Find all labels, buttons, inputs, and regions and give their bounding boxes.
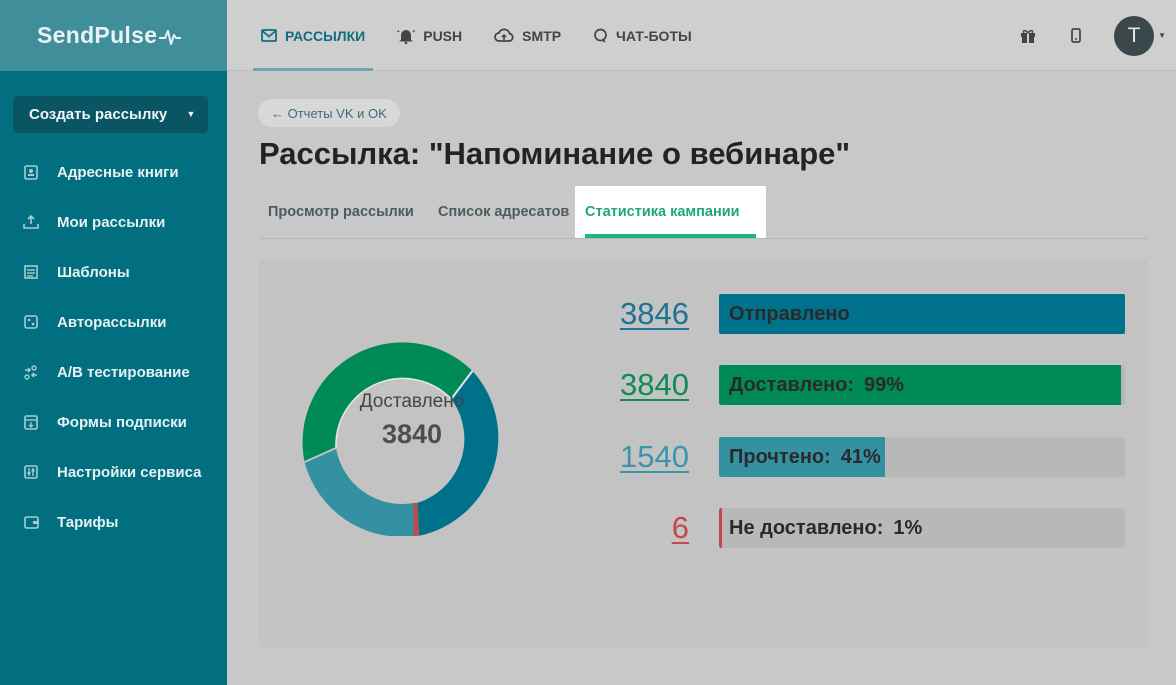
sidebar-item-label: Адресные книги (57, 163, 179, 181)
brand-name: SendPulse (37, 22, 158, 48)
sidebar-item-subscription-forms[interactable]: Формы подписки (0, 397, 227, 447)
sidebar-item-label: Настройки сервиса (57, 463, 202, 481)
sidebar-item-templates[interactable]: Шаблоны (0, 247, 227, 297)
stat-percent: 1% (893, 516, 923, 539)
stat-percent: 41% (840, 445, 881, 468)
avatar[interactable]: T (1114, 15, 1155, 56)
sidebar-item-address-books[interactable]: Адресные книги (0, 147, 227, 197)
stat-label-sent: Отправлено (729, 294, 850, 334)
logo-area: SendPulse (0, 0, 227, 71)
sidebar-item-label: Шаблоны (57, 263, 130, 281)
stat-number-sent[interactable]: 3846 (620, 294, 689, 334)
stat-row-not-delivered: 6 Не доставлено: 1% (599, 508, 1125, 548)
campaign-tabs: Просмотр рассылки Список адресатов Стати… (259, 186, 1149, 239)
donut-center-value: 3840 (381, 419, 443, 449)
brand-logo[interactable]: SendPulse (37, 22, 182, 49)
sidebar-item-label: Авторассылки (57, 313, 167, 331)
sidebar-item-ab-testing[interactable]: A/B тестирование (0, 347, 227, 397)
mobile-icon[interactable] (1066, 26, 1086, 46)
topnav-item-smtp[interactable]: SMTP (486, 0, 569, 71)
sidebar-nav: Адресные книги Мои рассылки Шаблоны Авто… (0, 147, 227, 547)
campaigns-icon (22, 213, 40, 231)
stat-bar-read: Прочтено: 41% (719, 437, 1125, 477)
stat-row-sent: 3846 Отправлено (599, 294, 1125, 334)
stat-label-text: Отправлено (729, 302, 850, 325)
topnav-item-campaigns[interactable]: РАССЫЛКИ (253, 0, 374, 71)
sidebar-item-label: A/B тестирование (57, 363, 190, 381)
ab-test-icon (22, 363, 40, 381)
stat-label-delivered: Доставлено: 99% (729, 365, 904, 405)
create-campaign-label: Создать рассылку (29, 106, 168, 123)
sidebar-item-my-campaigns[interactable]: Мои рассылки (0, 197, 227, 247)
sidebar: SendPulse Создать рассылку ▼ Адресные кн… (0, 0, 227, 685)
stat-percent: 99% (864, 373, 905, 396)
topnav-item-label: SMTP (522, 27, 562, 44)
statistics-card: Доставлено 3840 3846 Отправлено 3840 Дос… (259, 259, 1148, 649)
address-book-icon (22, 163, 40, 181)
sidebar-item-label: Формы подписки (57, 413, 187, 431)
stat-label-text: Не доставлено: (729, 516, 884, 539)
top-nav: РАССЫЛКИ PUSH SMTP ЧАТ-БОТЫ (253, 0, 716, 71)
main-content: ← Отчеты VK и OK Рассылка: "Напоминание … (227, 72, 1176, 685)
back-to-reports-button[interactable]: ← Отчеты VK и OK (258, 99, 400, 127)
pulse-icon (159, 29, 182, 45)
templates-icon (22, 263, 40, 281)
stat-bar-not-delivered: Не доставлено: 1% (719, 508, 1125, 548)
stat-number-delivered[interactable]: 3840 (620, 365, 689, 405)
wallet-icon (22, 513, 40, 531)
topnav-item-push[interactable]: PUSH (389, 0, 470, 71)
stat-number-not-delivered[interactable]: 6 (672, 508, 689, 548)
topnav-item-label: PUSH (423, 27, 463, 44)
stat-label-text: Прочтено: (729, 445, 831, 468)
chevron-down-icon[interactable]: ▼ (1158, 31, 1166, 40)
stat-row-read: 1540 Прочтено: 41% (599, 437, 1125, 477)
stat-label-not-delivered: Не доставлено: 1% (729, 508, 922, 548)
stat-number-read[interactable]: 1540 (620, 437, 689, 477)
delivery-donut-chart (302, 342, 499, 536)
stat-label-read: Прочтено: 41% (729, 437, 881, 477)
tab-campaign-statistics[interactable]: Статистика кампании (575, 186, 766, 238)
form-icon (22, 413, 40, 431)
top-right-controls: T ▼ (1018, 0, 1176, 71)
stat-row-delivered: 3840 Доставлено: 99% (599, 365, 1125, 405)
cloud-upload-icon (494, 28, 514, 43)
bell-icon (397, 28, 416, 44)
sidebar-item-tariffs[interactable]: Тарифы (0, 497, 227, 547)
stat-bar-sent: Отправлено (719, 294, 1125, 334)
sidebar-item-automation[interactable]: Авторассылки (0, 297, 227, 347)
top-bar: РАССЫЛКИ PUSH SMTP ЧАТ-БОТЫ T ▼ (227, 0, 1176, 71)
donut-segment-read (304, 448, 414, 536)
settings-sliders-icon (22, 463, 40, 481)
sidebar-item-service-settings[interactable]: Настройки сервиса (0, 447, 227, 497)
topnav-item-label: ЧАТ-БОТЫ (616, 27, 692, 44)
stat-label-text: Доставлено: (729, 373, 855, 396)
stat-fill-not-delivered (719, 508, 722, 548)
tab-recipient-list[interactable]: Список адресатов (438, 186, 569, 238)
topnav-item-label: РАССЫЛКИ (285, 27, 366, 44)
gift-icon[interactable] (1018, 26, 1038, 46)
page-title: Рассылка: "Напоминание о вебинаре" (259, 136, 851, 171)
chat-bubble-icon (593, 28, 608, 43)
mail-icon (261, 29, 277, 42)
stat-bar-delivered: Доставлено: 99% (719, 365, 1125, 405)
chevron-down-icon[interactable]: ▼ (182, 106, 200, 122)
tab-campaign-preview[interactable]: Просмотр рассылки (268, 186, 414, 238)
sidebar-item-label: Тарифы (57, 513, 119, 531)
sidebar-item-label: Мои рассылки (57, 213, 166, 231)
automation-icon (22, 313, 40, 331)
create-campaign-button[interactable]: Создать рассылку ▼ (13, 96, 208, 133)
donut-center-label: Доставлено (359, 391, 465, 412)
topnav-item-chatbots[interactable]: ЧАТ-БОТЫ (585, 0, 700, 71)
